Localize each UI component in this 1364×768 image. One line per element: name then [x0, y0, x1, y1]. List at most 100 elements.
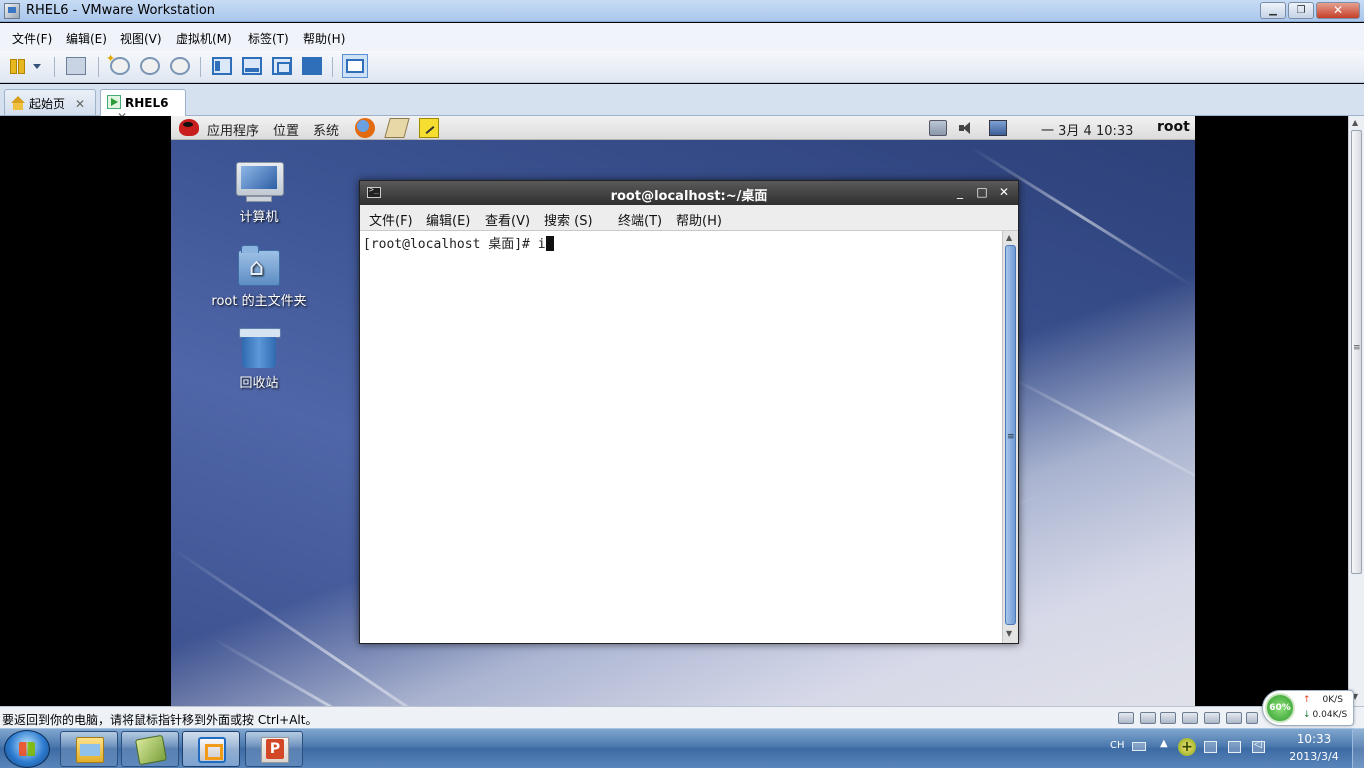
window-title: RHEL6 - VMware Workstation [26, 3, 216, 18]
console-view-icon[interactable] [342, 54, 368, 78]
scrollbar-thumb[interactable] [1351, 130, 1362, 574]
tray-clock-time[interactable]: 10:33 [1288, 732, 1340, 746]
panel-menu-places[interactable]: 位置 [273, 120, 299, 139]
snapshot-manager-icon[interactable] [170, 57, 190, 75]
system-tray: CH ▲ + 10:33 2013/3/4 [1104, 728, 1364, 768]
home-icon [11, 96, 25, 110]
hard-disk-icon[interactable] [1118, 712, 1134, 724]
menu-help[interactable]: 帮助(H) [303, 30, 345, 47]
start-button[interactable] [4, 730, 50, 768]
tab-home[interactable]: 起始页 ✕ [4, 89, 96, 115]
terminal-menu-terminal[interactable]: 终端(T) [618, 210, 662, 229]
terminal-menu-help[interactable]: 帮助(H) [676, 210, 722, 229]
terminal-cursor [545, 236, 554, 251]
panel-clock[interactable]: 一 3月 4 10:33 [1041, 120, 1133, 139]
display-icon[interactable] [989, 120, 1007, 136]
power-dropdown-icon[interactable] [30, 57, 42, 75]
panel-menu-applications[interactable]: 应用程序 [207, 120, 259, 139]
close-button[interactable]: ✕ [1316, 2, 1360, 19]
send-ctrl-alt-del-icon[interactable] [66, 57, 86, 75]
terminal-minimize-button[interactable]: _ [952, 184, 968, 200]
scroll-up-icon[interactable]: ▲ [1006, 233, 1012, 242]
taskbar-explorer[interactable] [60, 731, 118, 767]
keyboard-icon[interactable] [1132, 742, 1146, 751]
language-indicator[interactable]: CH [1110, 740, 1125, 751]
show-thumbnail-bar-icon[interactable] [242, 57, 262, 75]
scroll-up-icon[interactable]: ▲ [1352, 118, 1358, 127]
firefox-icon[interactable] [355, 118, 375, 138]
printer-icon[interactable] [1204, 712, 1220, 724]
taskbar-vmware[interactable] [182, 731, 240, 767]
security-plus-icon[interactable]: + [1178, 738, 1196, 756]
floppy-icon[interactable] [1160, 712, 1176, 724]
network-meter-widget[interactable]: 60% ↑ 0K/S ↓ 0.04K/S [1262, 690, 1354, 726]
terminal-window[interactable]: root@localhost:~/桌面 _ □ ✕ 文件(F) 编辑(E) 查看… [359, 180, 1019, 644]
explorer-icon [76, 737, 104, 763]
tab-bar: 起始页 ✕ RHEL6✕ [0, 84, 1364, 124]
terminal-menu-search[interactable]: 搜索 (S) [544, 210, 593, 229]
show-library-icon[interactable] [212, 57, 232, 75]
restore-button[interactable]: ❐ [1288, 2, 1314, 19]
toolbar-separator [98, 57, 99, 77]
taskbar-app[interactable] [121, 731, 179, 767]
terminal-scrollbar[interactable]: ▲ ▼ [1002, 231, 1018, 643]
volume-icon[interactable] [957, 120, 975, 136]
console-scrollbar[interactable]: ▲ ▼ [1348, 116, 1364, 706]
upload-speed: ↑ 0K/S [1303, 695, 1343, 705]
email-icon[interactable] [384, 118, 410, 138]
terminal-line: [root@localhost 桌面]# i [363, 233, 554, 252]
take-snapshot-icon[interactable] [106, 52, 130, 75]
terminal-menu-view[interactable]: 查看(V) [485, 210, 530, 229]
vmware-icon [198, 737, 226, 763]
panel-user[interactable]: root [1157, 119, 1190, 135]
scroll-down-icon[interactable]: ▼ [1006, 629, 1012, 638]
taskbar-powerpoint[interactable] [245, 731, 303, 767]
redhat-logo-icon[interactable] [179, 119, 199, 136]
toolbar-separator [200, 57, 201, 77]
tray-clock-date[interactable]: 2013/3/4 [1284, 750, 1344, 763]
menu-edit[interactable]: 编辑(E) [66, 30, 107, 47]
terminal-titlebar[interactable]: root@localhost:~/桌面 _ □ ✕ [360, 181, 1018, 205]
menu-vm[interactable]: 虚拟机(M) [176, 30, 232, 47]
network-adapter-icon[interactable] [1182, 712, 1198, 724]
menu-file[interactable]: 文件(F) [12, 30, 52, 47]
terminal-maximize-button[interactable]: □ [974, 184, 990, 200]
text-editor-icon[interactable] [419, 118, 439, 138]
toolbar-separator [54, 57, 55, 77]
tab-label: RHEL6 [125, 96, 169, 110]
guest-desktop[interactable]: 应用程序 位置 系统 一 3月 4 10:33 root 计算机 root 的主… [171, 116, 1195, 706]
desktop-icon-computer[interactable]: 计算机 [199, 162, 319, 225]
cd-rom-icon[interactable] [1140, 712, 1156, 724]
toolbar-separator [332, 57, 333, 77]
terminal-close-button[interactable]: ✕ [996, 184, 1012, 200]
panel-menu-system[interactable]: 系统 [313, 120, 339, 139]
terminal-menu-file[interactable]: 文件(F) [369, 210, 413, 229]
revert-snapshot-icon[interactable] [140, 57, 160, 75]
terminal-input[interactable]: i [538, 237, 546, 252]
menu-view[interactable]: 视图(V) [120, 30, 162, 47]
volume-tray-icon[interactable] [1252, 739, 1265, 753]
device-icon[interactable] [1204, 741, 1217, 753]
menu-bar: 文件(F) 编辑(E) 视图(V) 虚拟机(M) 标签(T) 帮助(H) [0, 23, 1364, 51]
pause-icon[interactable] [8, 57, 28, 75]
network-tray-icon[interactable] [1228, 741, 1241, 753]
terminal-menu-edit[interactable]: 编辑(E) [426, 210, 470, 229]
display-icon[interactable] [1246, 712, 1258, 724]
show-desktop-button[interactable] [1352, 728, 1364, 768]
desktop-icon-home[interactable]: root 的主文件夹 [199, 245, 319, 309]
vm-play-icon [107, 95, 121, 109]
minimize-button[interactable]: ▁ [1260, 2, 1286, 19]
tab-rhel6[interactable]: RHEL6✕ [100, 89, 186, 124]
unity-icon[interactable] [302, 57, 322, 75]
menu-tabs[interactable]: 标签(T) [248, 30, 289, 47]
scrollbar-thumb[interactable] [1005, 245, 1016, 625]
desktop-icon-trash[interactable]: 回收站 [199, 328, 319, 391]
sound-card-icon[interactable] [1226, 712, 1242, 724]
tab-close-icon[interactable]: ✕ [75, 97, 85, 111]
network-icon[interactable] [929, 120, 947, 136]
show-hidden-icons-icon[interactable]: ▲ [1160, 738, 1168, 749]
desktop-icon-label: 回收站 [239, 376, 279, 391]
desktop-icon-label: root 的主文件夹 [211, 294, 307, 309]
full-screen-icon[interactable] [272, 57, 292, 75]
terminal-output[interactable]: [root@localhost 桌面]# i [360, 231, 1002, 643]
